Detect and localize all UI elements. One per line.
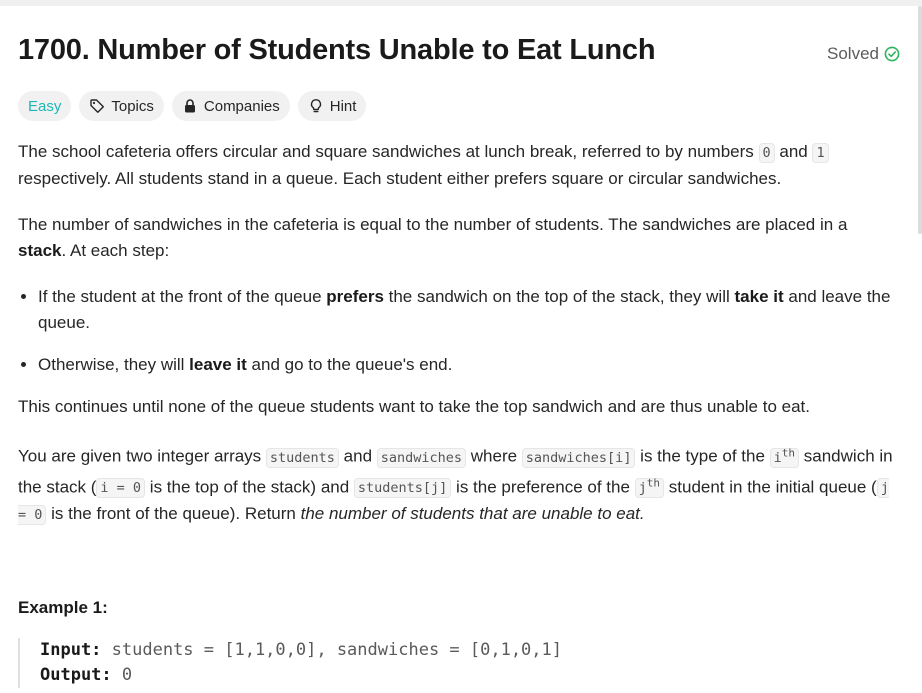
text-segment: . At each step: <box>61 241 170 260</box>
example-1-title: Example 1: <box>18 598 108 617</box>
problem-description: 1700. Number of Students Unable to Eat L… <box>18 6 900 688</box>
text-segment: is the preference of the <box>451 477 635 496</box>
list-item: Otherwise, they will leave it and go to … <box>38 352 900 378</box>
code-var: i <box>773 449 782 466</box>
output-label: Output: <box>40 665 112 685</box>
description-paragraph-3: This continues until none of the queue s… <box>18 397 810 416</box>
bold-text: take it <box>734 287 784 306</box>
topics-button[interactable]: Topics <box>79 91 164 121</box>
inline-code: sandwiches[i] <box>521 447 636 468</box>
description-paragraph-1: The school cafeteria offers circular and… <box>18 139 900 192</box>
inline-code: i = 0 <box>96 478 146 498</box>
text-segment: the sandwich on the top of the stack, th… <box>383 287 735 306</box>
difficulty-badge: Easy <box>18 91 72 121</box>
scrollbar-thumb[interactable] <box>918 6 922 234</box>
output-value: 0 <box>111 665 133 685</box>
text-segment: is the type of the <box>635 446 770 466</box>
text-segment: and go to the queue's end. <box>246 355 453 374</box>
description-paragraph-2: The number of sandwiches in the cafeteri… <box>18 212 900 264</box>
text-segment: and <box>338 446 377 466</box>
hint-label: Hint <box>329 97 357 115</box>
example-1-block: Input: students = [1,1,0,0], sandwiches … <box>18 638 900 688</box>
problem-title: 1700. Number of Students Unable to Eat L… <box>18 34 656 66</box>
text-segment: where <box>466 446 522 466</box>
solved-label: Solved <box>827 44 879 63</box>
list-item: If the student at the front of the queue… <box>38 284 900 336</box>
lock-icon <box>184 99 195 113</box>
superscript: th <box>781 446 796 459</box>
italic-text: the number of students that are unable t… <box>300 504 645 523</box>
rules-list: If the student at the front of the queue… <box>18 284 900 378</box>
superscript: th <box>646 476 661 490</box>
text-segment: is the top of the stack) and <box>145 477 354 496</box>
inline-code: 1 <box>812 143 829 163</box>
lightbulb-icon <box>310 99 321 113</box>
bold-text: stack <box>18 241 62 260</box>
tag-row: Easy Topics Companies Hint <box>18 91 900 121</box>
bold-text: prefers <box>326 287 384 306</box>
inline-code: sandwiches <box>376 447 467 468</box>
code-var: j <box>638 480 647 496</box>
input-label: Input: <box>40 640 102 660</box>
tag-icon <box>90 99 105 113</box>
text-segment: is the front of the queue). Return <box>46 504 301 523</box>
solved-status: Solved <box>827 44 900 64</box>
inline-code: 0 <box>758 143 775 163</box>
topics-label: Topics <box>111 97 154 115</box>
text-segment: If the student at the front of the queue <box>38 287 327 306</box>
inline-code: students[j] <box>353 478 452 498</box>
text-segment: and <box>774 142 813 161</box>
example-output-line: Output: 0 <box>40 663 900 688</box>
title-row: 1700. Number of Students Unable to Eat L… <box>18 34 900 67</box>
bold-text: leave it <box>189 355 247 374</box>
text-segment: You are given two integer arrays <box>18 446 266 466</box>
inline-code: ith <box>769 446 800 468</box>
text-segment: student in the initial queue ( <box>664 477 877 496</box>
difficulty-label: Easy <box>28 97 62 115</box>
companies-label: Companies <box>203 97 280 115</box>
check-circle-icon <box>884 46 900 62</box>
input-value: students = [1,1,0,0], sandwiches = [0,1,… <box>101 640 562 660</box>
companies-button[interactable]: Companies <box>171 91 290 121</box>
text-segment: The school cafeteria offers circular and… <box>18 142 759 161</box>
inline-code: jth <box>634 476 665 498</box>
description-paragraph-4: You are given two integer arrays student… <box>18 440 900 528</box>
text-segment: Otherwise, they will <box>38 355 190 374</box>
text-segment: respectively. All students stand in a qu… <box>18 169 782 188</box>
inline-code: students <box>265 447 339 468</box>
text-segment: The number of sandwiches in the cafeteri… <box>18 215 848 234</box>
example-input-line: Input: students = [1,1,0,0], sandwiches … <box>40 638 900 663</box>
hint-button[interactable]: Hint <box>297 91 367 121</box>
